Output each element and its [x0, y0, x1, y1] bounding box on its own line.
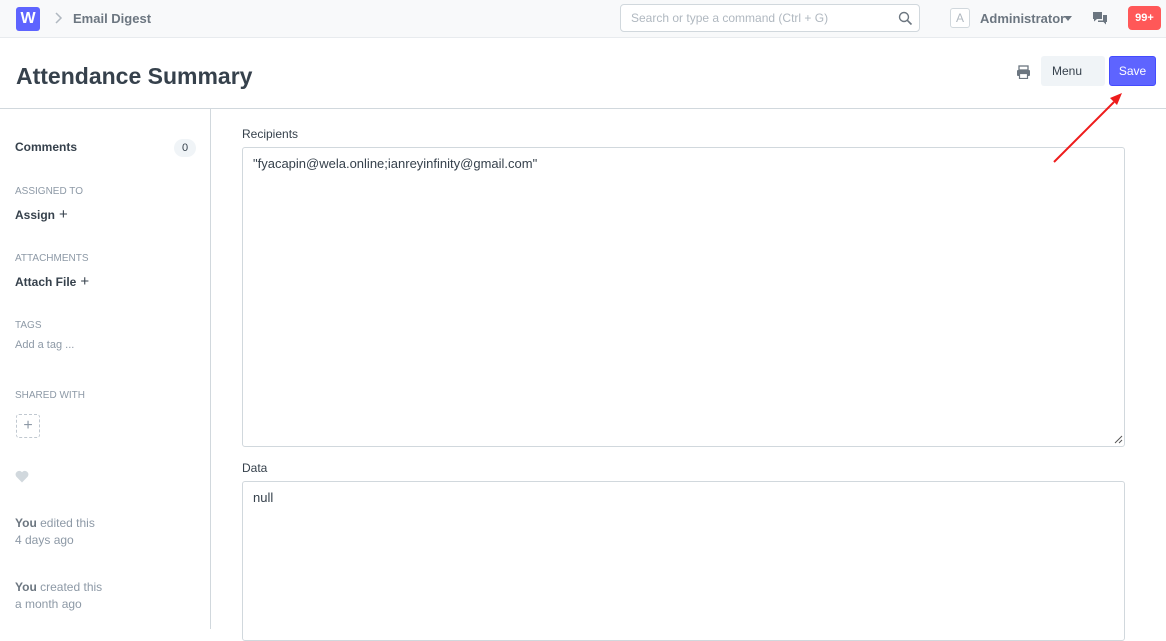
- search-box: [620, 4, 920, 32]
- user-avatar[interactable]: A: [950, 8, 970, 28]
- chat-icon[interactable]: [1092, 11, 1108, 25]
- plus-icon: +: [59, 206, 68, 223]
- activity-action: edited this: [40, 516, 95, 530]
- activity-action: created this: [40, 580, 103, 594]
- assign-label: Assign: [15, 208, 56, 222]
- attachments-heading: ATTACHMENTS: [15, 253, 89, 264]
- page-head: Attendance Summary Menu Save: [0, 38, 1166, 109]
- tags-heading: TAGS: [15, 320, 42, 331]
- assigned-to-heading: ASSIGNED TO: [15, 186, 83, 197]
- menu-button-label: Menu: [1052, 64, 1083, 78]
- activity-item: You created this a month ago: [15, 579, 102, 613]
- plus-icon: +: [80, 273, 90, 290]
- add-tag-link[interactable]: Add a tag ...: [15, 339, 74, 351]
- activity-user: You: [15, 516, 37, 530]
- form-sidebar: Comments 0 ASSIGNED TO Assign + ATTACHMEN…: [0, 109, 211, 629]
- search-input[interactable]: [621, 5, 891, 31]
- annotation-arrow-icon: [1053, 93, 1122, 163]
- data-label: Data: [242, 461, 268, 475]
- page-title: Attendance Summary: [16, 63, 253, 89]
- breadcrumb-email-digest[interactable]: Email Digest: [73, 11, 151, 26]
- comments-link[interactable]: Comments: [15, 140, 77, 154]
- activity-time: a month ago: [15, 597, 82, 611]
- caret-down-icon: [1064, 16, 1072, 21]
- attach-file-label: Attach File: [15, 275, 77, 289]
- shared-with-heading: SHARED WITH: [15, 390, 85, 401]
- resize-handle-icon[interactable]: [1114, 435, 1123, 444]
- assign-button[interactable]: Assign +: [15, 206, 68, 223]
- activity-item: You edited this 4 days ago: [15, 515, 95, 549]
- user-menu[interactable]: Administrator: [980, 11, 1065, 26]
- notifications-badge[interactable]: 99+: [1128, 6, 1161, 30]
- comments-count-badge: 0: [174, 139, 196, 157]
- navbar: W Email Digest A Administrator 99+: [0, 0, 1166, 38]
- activity-user: You: [15, 580, 37, 594]
- recipients-label: Recipients: [242, 127, 299, 141]
- data-textarea[interactable]: null: [242, 481, 1125, 641]
- heart-icon[interactable]: [15, 470, 29, 483]
- recipients-textarea[interactable]: "fyacapin@wela.online;ianreyinfinity@gma…: [242, 147, 1125, 447]
- add-share-button[interactable]: +: [16, 414, 40, 438]
- app-logo[interactable]: W: [16, 7, 40, 31]
- chevron-right-icon: [55, 12, 63, 24]
- attach-file-button[interactable]: Attach File +: [15, 273, 89, 290]
- activity-time: 4 days ago: [15, 533, 74, 547]
- print-icon[interactable]: [1016, 65, 1031, 79]
- search-icon[interactable]: [898, 11, 913, 26]
